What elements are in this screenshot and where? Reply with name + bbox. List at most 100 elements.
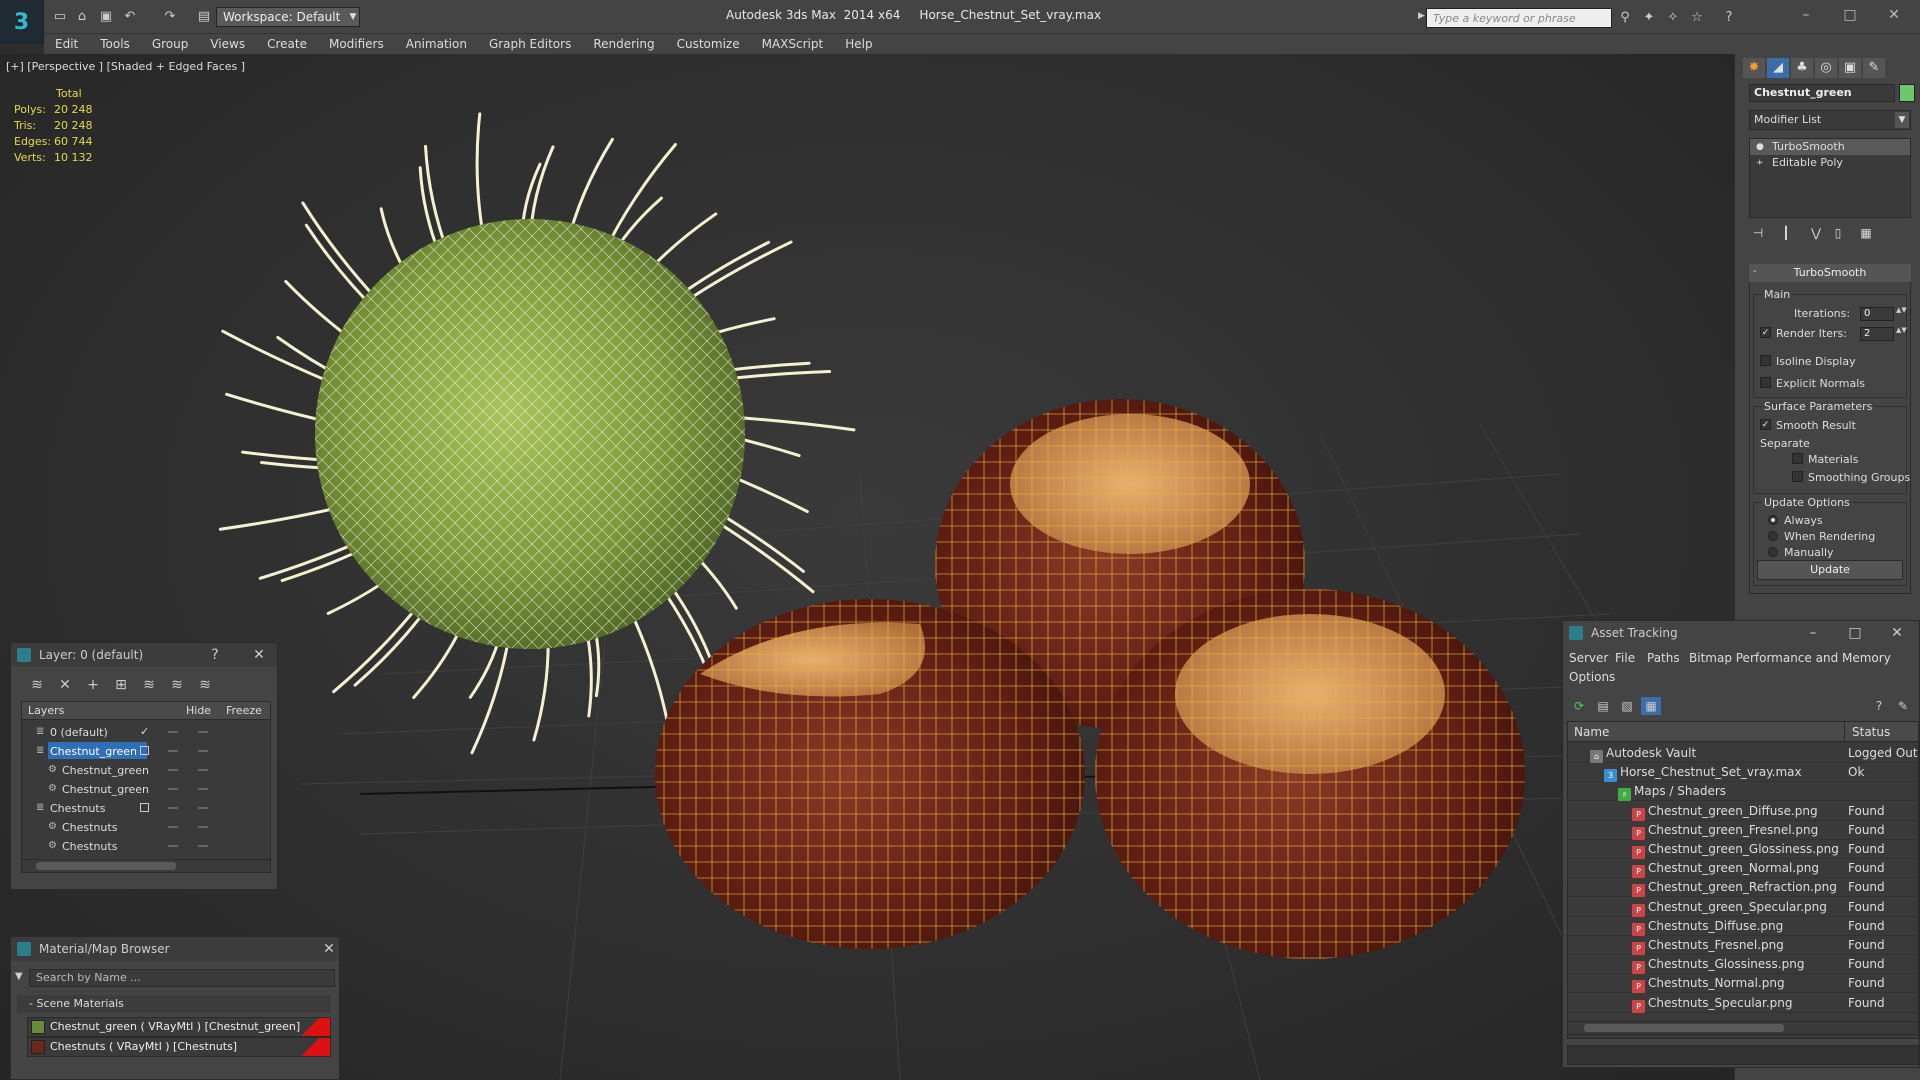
subscription-icon[interactable]: ✧ [1664,9,1682,27]
select-objects-icon[interactable]: ⊞ [111,675,131,695]
maximize-window-icon[interactable]: □ [1830,4,1870,26]
expand-plus-icon[interactable]: + [1756,157,1766,169]
when-rendering-radio[interactable] [1768,531,1778,541]
add-to-layer-icon[interactable]: + [83,675,103,695]
layer-name[interactable]: Chestnut_green [48,742,147,759]
freeze-toggle[interactable] [198,826,208,828]
layer-name[interactable]: 0 (default) [48,723,118,740]
asset-row[interactable]: P Chestnuts_Fresnel.png Found [1568,936,1918,955]
scroll-thumb[interactable] [1584,1024,1784,1032]
asset-row[interactable]: P Chestnut_green_Fresnel.png Found [1568,821,1918,840]
freeze-toggle[interactable] [198,845,208,847]
help-icon[interactable]: ? [1720,9,1738,27]
layer-name[interactable]: Chestnuts [60,837,127,854]
freeze-toggle[interactable] [198,750,208,752]
column-divider[interactable] [1844,722,1845,742]
show-end-result-icon[interactable]: ┃ [1777,224,1795,242]
layer-name[interactable]: Chestnuts [60,818,127,835]
asset-scrollbar[interactable] [1567,1021,1919,1035]
material-search-input[interactable]: Search by Name ... [29,969,335,987]
scroll-thumb[interactable] [36,862,176,870]
close-icon[interactable]: ✕ [249,643,269,667]
workspace-dropdown[interactable]: Workspace: Default [216,7,360,27]
layer-row[interactable]: ⚙ Chestnut_green [22,779,270,798]
open-file-icon[interactable]: ⌂ [72,8,92,26]
menu-graph-editors[interactable]: Graph Editors [478,37,582,51]
asset-row[interactable]: P Chestnuts_Normal.png Found [1568,974,1918,994]
layer-row[interactable]: ⚙ Chestnuts [22,836,270,855]
manually-radio[interactable] [1768,547,1778,557]
smoothing-groups-checkbox[interactable] [1792,471,1803,482]
material-item[interactable]: Chestnut_green ( VRayMtl ) [Chestnut_gre… [27,1017,331,1037]
menu-group[interactable]: Group [141,37,200,51]
menu-rendering[interactable]: Rendering [582,37,665,51]
make-unique-icon[interactable]: ⋁ [1807,224,1825,242]
layer-dialog-titlebar[interactable]: Layer: 0 (default) ? ✕ [11,643,277,667]
layer-row[interactable]: ≣ Chestnuts [22,798,270,817]
spinner-arrows-icon[interactable]: ▲▼ [1896,327,1907,341]
hide-toggle[interactable] [168,769,178,771]
stack-item-turbosmooth[interactable]: ● TurboSmooth [1750,139,1910,155]
render-iters-checkbox[interactable]: ✓ [1760,327,1771,338]
asset-row[interactable]: P Chestnut_green_Specular.png Found [1568,898,1918,917]
object-color-swatch[interactable] [1899,84,1915,102]
layer-row[interactable]: ⚙ Chestnut_green [22,760,270,779]
asset-row[interactable]: P Chestnuts_Specular.png Found [1568,994,1918,1013]
layer-name[interactable]: Chestnut_green [60,761,159,778]
menu-modifiers[interactable]: Modifiers [318,37,395,51]
material-item[interactable]: Chestnuts ( VRayMtl ) [Chestnuts] [27,1037,331,1057]
layer-name[interactable]: Chestnut_green [60,780,159,797]
highlight-layer-icon[interactable]: ≋ [139,675,159,695]
rollout-title[interactable]: TurboSmooth [1749,264,1911,282]
pin-stack-icon[interactable]: ⊣ [1749,224,1767,242]
set-current-layer-box[interactable] [140,803,149,812]
hide-toggle[interactable] [168,826,178,828]
col-hide[interactable]: Hide [186,702,211,720]
menu-edit[interactable]: Edit [44,37,89,51]
menu-help[interactable]: Help [834,37,883,51]
refresh-icon[interactable]: ⟳ [1569,697,1589,715]
undo-icon[interactable]: ↶ [120,8,140,26]
col-name[interactable]: Name [1574,722,1609,742]
col-freeze[interactable]: Freeze [226,702,262,720]
project-folder-icon[interactable]: ▤ [194,8,214,26]
table-view-icon[interactable]: ▦ [1641,697,1661,715]
chevron-down-icon[interactable]: ▼ [346,8,360,26]
hide-toggle[interactable] [168,750,178,752]
object-name-field[interactable]: Chestnut_green [1749,84,1895,102]
close-icon[interactable]: ✕ [319,937,339,961]
layer-name[interactable]: Chestnuts [48,799,115,816]
layer-row[interactable]: ⚙ Chestnuts [22,817,270,836]
menu-views[interactable]: Views [199,37,256,51]
redo-icon[interactable]: ↷ [160,8,180,26]
smooth-result-checkbox[interactable]: ✓ [1760,419,1771,430]
layer-row[interactable]: ≣ Chestnut_green [22,741,270,760]
thumbnail-view-icon[interactable]: ▧ [1617,697,1637,715]
menu-create[interactable]: Create [256,37,318,51]
perspective-viewport[interactable]: [+] [Perspective ] [Shaded + Edged Faces… [0,54,1734,1080]
col-layers[interactable]: Layers [28,702,64,720]
create-layer-icon[interactable]: ≋ [27,675,47,695]
filter-funnel-icon[interactable]: ▼ [15,971,23,982]
asset-row[interactable]: P Chestnut_green_Glossiness.png Found [1568,840,1918,859]
asset-row[interactable]: P Chestnut_green_Refraction.png Found [1568,878,1918,898]
hide-toggle[interactable] [168,788,178,790]
hierarchy-tab-icon[interactable]: ♣ [1791,58,1813,78]
asset-menu-server[interactable]: Server [1569,651,1608,665]
modify-tab-icon[interactable]: ◢ [1767,58,1789,78]
hide-toggle[interactable] [168,845,178,847]
hide-toggle[interactable] [168,807,178,809]
lightbulb-icon[interactable]: ● [1756,141,1766,153]
help-icon[interactable]: ? [1869,697,1889,715]
freeze-toggle[interactable] [198,807,208,809]
set-current-layer-box[interactable] [140,746,149,755]
list-view-icon[interactable]: ▤ [1593,697,1613,715]
col-status[interactable]: Status [1852,722,1890,742]
utilities-tab-icon[interactable]: ✎ [1863,58,1885,78]
scene-materials-header[interactable]: - Scene Materials [17,995,331,1013]
menu-animation[interactable]: Animation [395,37,478,51]
asset-row[interactable]: P Chestnuts_Glossiness.png Found [1568,955,1918,975]
asset-row[interactable]: 3 Horse_Chestnut_Set_vray.max Ok [1568,763,1918,783]
isoline-display-checkbox[interactable] [1760,355,1771,366]
asset-row[interactable]: P Chestnuts_Diffuse.png Found [1568,917,1918,936]
